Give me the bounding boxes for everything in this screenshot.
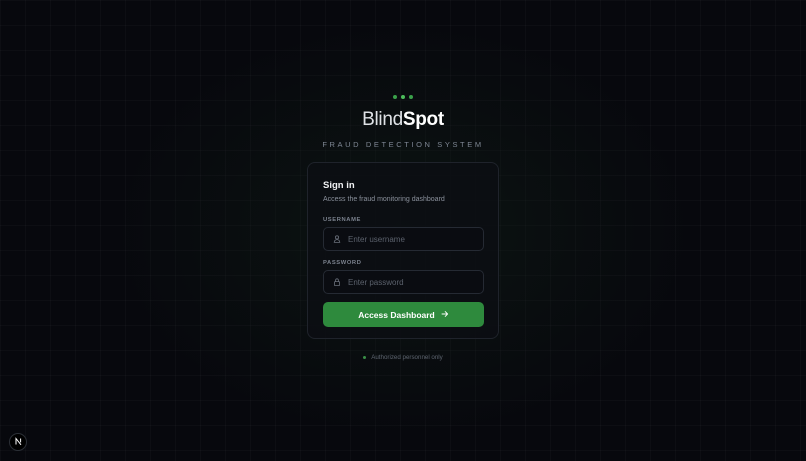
access-dashboard-button[interactable]: Access Dashboard [323, 302, 484, 327]
username-input[interactable] [348, 234, 478, 244]
logo-text-bold: Spot [402, 109, 444, 130]
access-dashboard-label: Access Dashboard [358, 309, 435, 320]
app-tagline: FRAUD DETECTION SYSTEM [322, 140, 484, 149]
nextjs-icon [14, 433, 23, 451]
app-logo: BlindSpot [0, 108, 806, 132]
brand-dot [409, 95, 413, 99]
status-dot-icon [363, 356, 367, 359]
brand-header: BlindSpot FRAUD DETECTION SYSTEM [0, 92, 806, 149]
brand-dot [401, 95, 405, 99]
nextjs-dev-badge[interactable] [9, 433, 27, 451]
password-field-wrapper[interactable] [323, 270, 484, 294]
password-input[interactable] [348, 277, 478, 287]
arrow-right-icon [441, 310, 449, 320]
lock-icon [333, 278, 341, 286]
authorized-note-text: Authorized personnel only [371, 354, 443, 361]
card-subtitle: Access the fraud monitoring dashboard [323, 196, 445, 203]
sign-in-card: Sign in Access the fraud monitoring dash… [307, 162, 499, 339]
brand-dot [393, 95, 397, 99]
username-label: USERNAME [323, 217, 361, 223]
authorized-note: Authorized personnel only [0, 354, 806, 361]
logo-text-light: Blind [362, 109, 403, 130]
user-icon [333, 235, 341, 243]
username-field-wrapper[interactable] [323, 227, 484, 251]
brand-dots [0, 92, 806, 102]
card-title: Sign in [323, 180, 355, 191]
password-label: PASSWORD [323, 260, 362, 266]
